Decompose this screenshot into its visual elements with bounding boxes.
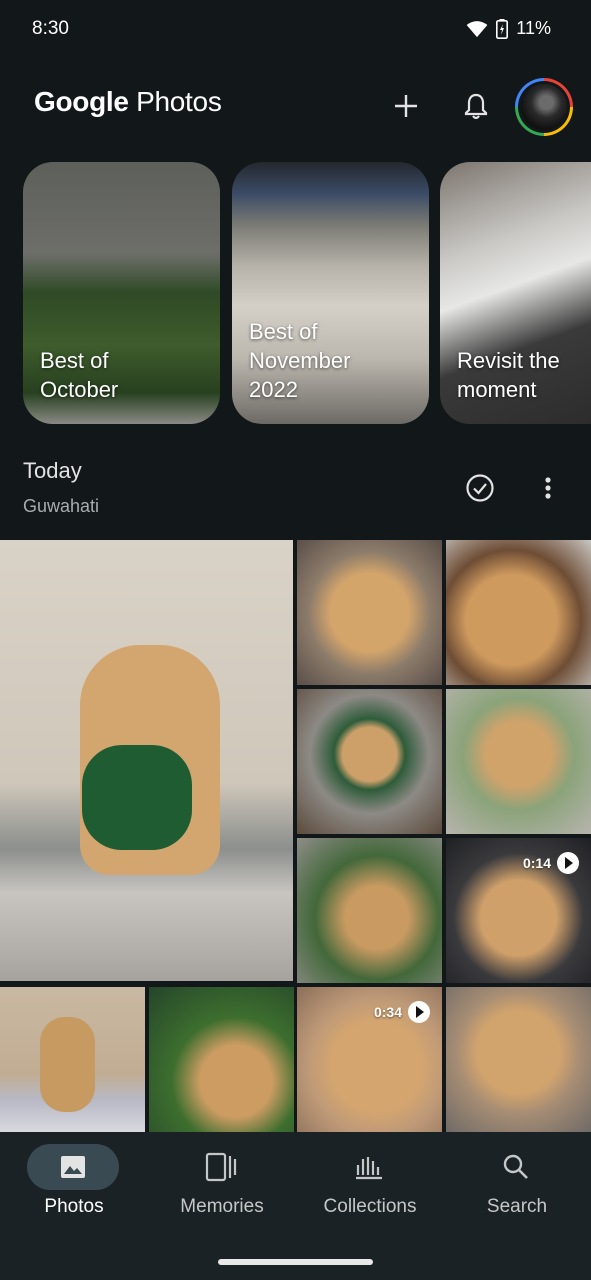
more-options-button[interactable] <box>538 472 558 504</box>
nav-label: Search <box>486 1196 548 1217</box>
green-sweater <box>82 745 192 850</box>
play-icon <box>557 852 579 874</box>
status-time: 8:30 <box>32 18 69 39</box>
add-icon <box>395 95 417 117</box>
add-button[interactable] <box>388 88 424 124</box>
select-all-button[interactable] <box>464 472 496 504</box>
photo-tile[interactable] <box>297 838 442 983</box>
photo-tile[interactable] <box>149 987 294 1132</box>
battery-percent: 11% <box>516 18 551 38</box>
nav-active-indicator <box>27 1144 119 1190</box>
nav-icon-wrap <box>175 1144 267 1190</box>
search-icon <box>503 1154 528 1179</box>
memories-icon <box>205 1152 237 1182</box>
avatar-ring <box>518 81 570 133</box>
nav-icon-wrap <box>323 1144 415 1190</box>
memory-card[interactable]: Best of November 2022 <box>232 162 429 424</box>
play-icon <box>408 1001 430 1023</box>
dog-shape <box>40 1017 95 1112</box>
nav-memories[interactable]: Memories <box>148 1144 296 1234</box>
gesture-home-bar[interactable] <box>218 1259 373 1265</box>
nav-photos[interactable]: Photos <box>0 1144 148 1234</box>
account-avatar[interactable] <box>515 78 573 136</box>
battery-icon <box>496 18 509 39</box>
photo-tile[interactable] <box>297 689 442 834</box>
memory-card[interactable]: Best of October <box>23 162 220 424</box>
memory-label: Best of November 2022 <box>249 319 351 402</box>
nav-search[interactable]: Search <box>443 1144 591 1234</box>
status-bar: 8:30 11% <box>0 0 591 60</box>
app-logo: Google Photos <box>34 86 222 118</box>
status-right: 11% <box>466 18 551 39</box>
photo-tile[interactable] <box>297 540 442 685</box>
photo-tile[interactable] <box>446 987 591 1132</box>
wifi-icon <box>466 20 488 37</box>
section-location: Guwahati <box>23 496 100 516</box>
logo-photos: Photos <box>136 86 222 117</box>
collections-icon <box>356 1157 382 1180</box>
app-header: Google Photos <box>0 78 591 136</box>
memory-label: Best of October <box>40 348 119 402</box>
memory-label: Revisit the moment <box>457 348 560 402</box>
bottom-navigation: Photos Memories Collections Search <box>0 1132 591 1280</box>
nav-label: Photos <box>44 1196 104 1217</box>
duration-text: 0:14 <box>522 855 551 871</box>
memory-card[interactable]: Revisit the moment <box>440 162 591 424</box>
more-vert-icon <box>545 477 551 499</box>
video-duration: 0:14 <box>523 852 579 874</box>
photo-icon <box>61 1156 85 1178</box>
photo-tile[interactable] <box>0 987 145 1132</box>
memories-carousel[interactable]: Best of October Best of November 2022 Re… <box>23 162 591 424</box>
video-tile[interactable]: 0:34 <box>297 987 442 1132</box>
avatar-image <box>521 84 567 130</box>
photo-tile[interactable] <box>446 689 591 834</box>
nav-label: Collections <box>323 1196 417 1217</box>
photo-grid: 0:14 0:34 <box>0 540 591 1132</box>
nav-icon-wrap <box>470 1144 562 1190</box>
bell-icon <box>464 93 488 120</box>
video-duration: 0:34 <box>374 1001 430 1023</box>
check-circle-icon <box>466 474 494 502</box>
section-title: Today <box>23 458 82 483</box>
duration-text: 0:34 <box>373 1004 402 1020</box>
nav-label: Memories <box>180 1196 264 1217</box>
logo-google: Google <box>34 86 129 117</box>
nav-collections[interactable]: Collections <box>296 1144 444 1234</box>
date-section-header: Today Guwahati <box>23 455 568 525</box>
photo-tile[interactable] <box>0 540 293 981</box>
photo-tile[interactable] <box>446 540 591 685</box>
video-tile[interactable]: 0:14 <box>446 838 591 983</box>
notifications-button[interactable] <box>458 88 494 124</box>
